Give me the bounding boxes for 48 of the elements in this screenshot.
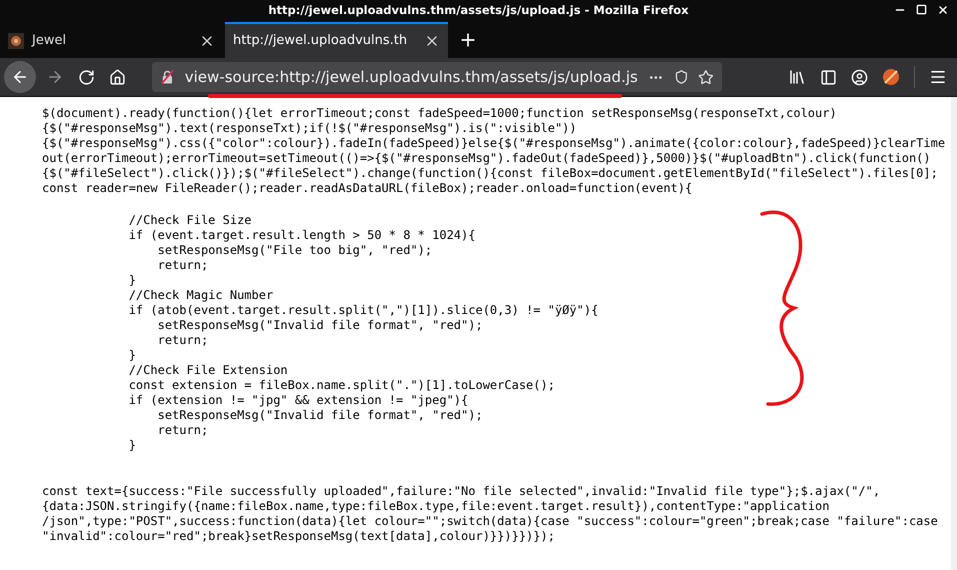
source-line: const extension = fileBox.name.split(".")[1].toLowerCase(); bbox=[128, 378, 555, 393]
source-line: $(document).ready(function(){let errorTimeout;const fadeSpeed=1000;function setResponseMsg(responseTxt,colour) bbox=[42, 106, 837, 121]
browser-tab[interactable]: Jewel bbox=[0, 22, 223, 58]
shield-icon[interactable] bbox=[674, 69, 688, 85]
source-line: const text={success:"File successfully uploaded",failure:"No file selected",invalid:"Invalid file type"};$.ajax("/", bbox=[42, 484, 880, 499]
source-line: if (atob(event.target.result.split(",")[1]).slice(0,3) != "ÿØÿ"){ bbox=[128, 303, 598, 318]
source-line: "invalid":colour="red";break}setResponseMsg(text[data],colour)}})}})}); bbox=[42, 529, 555, 544]
source-line: //Check File Extension bbox=[128, 363, 288, 378]
back-button[interactable] bbox=[4, 61, 36, 93]
menu-icon[interactable] bbox=[929, 68, 947, 86]
source-line: } bbox=[128, 348, 136, 363]
maximize-icon[interactable] bbox=[916, 4, 927, 15]
source-line: {$("#responseMsg").text(responseTxt);if(!$("#responseMsg").is(":visible")) bbox=[42, 121, 577, 136]
source-line: {$("#responseMsg").css({"color":colour}).fadeIn(fadeSpeed)}else{$("#responseMsg").animate({color:colour},fadeSpeed)}clearTime bbox=[42, 136, 946, 151]
extension-icon[interactable] bbox=[882, 68, 900, 86]
source-line: out(errorTimeout);errorTimeout=setTimeout(()=>{$("#responseMsg").fadeOut(fadeSpeed)},5000)}$("#uploadBtn").click(function() bbox=[42, 151, 931, 166]
source-line: setResponseMsg("Invalid file format", "red"); bbox=[156, 408, 483, 423]
library-icon[interactable] bbox=[788, 68, 806, 86]
tab-label: http://jewel.uploadvulns.th bbox=[233, 32, 408, 50]
address-field[interactable]: view-source:http://jewel.uploadvulns.thm/assets/js/upload.js bbox=[152, 62, 722, 92]
bookmark-star-icon[interactable] bbox=[698, 68, 714, 86]
source-line: return; bbox=[156, 258, 208, 273]
forward-icon[interactable] bbox=[46, 68, 64, 86]
sidebar-icon[interactable] bbox=[820, 68, 837, 86]
source-line: if (extension != "jpg" && extension != "jpeg"){ bbox=[128, 393, 468, 408]
source-line: /json",type:"POST",success:function(data){let colour="";switch(data){case "success":colour="green";break;case "failure":case bbox=[42, 514, 938, 529]
source-line: //Check Magic Number bbox=[128, 288, 274, 303]
source-line: {data:JSON.stringify({name:fileBox.name,type:fileBox.type,file:event.target.result}),contentType:"application bbox=[42, 499, 830, 514]
source-line: } bbox=[128, 438, 136, 453]
reload-icon[interactable] bbox=[78, 68, 95, 86]
home-icon[interactable] bbox=[109, 68, 126, 86]
tab-favicon-icon bbox=[8, 33, 24, 49]
source-line: if (event.target.result.length > 50 * 8 * 1024){ bbox=[128, 228, 476, 243]
url-text: view-source:http://jewel.uploadvulns.thm/assets/js/upload.js bbox=[184, 66, 638, 88]
source-line: return; bbox=[156, 423, 208, 438]
source-line: {$("#fileSelect").click()});$("#fileSelect").change(function(){const fileBox=document.getElementById("fileSelect").files[0]; bbox=[42, 166, 938, 181]
source-line: } bbox=[128, 273, 136, 288]
source-line: const reader=new FileReader();reader.readAsDataURL(fileBox);reader.onload=function(event){ bbox=[42, 181, 692, 196]
browser-tab[interactable]: http://jewel.uploadvulns.th bbox=[225, 22, 448, 58]
source-line: //Check File Size bbox=[128, 213, 252, 228]
account-icon[interactable] bbox=[851, 68, 868, 86]
source-line: setResponseMsg("Invalid file format", "red"); bbox=[156, 318, 483, 333]
source-line: setResponseMsg("File too big", "red"); bbox=[156, 243, 432, 258]
tab-label: Jewel bbox=[32, 32, 66, 50]
close-icon[interactable] bbox=[937, 4, 949, 16]
window-title: http://jewel.uploadvulns.thm/assets/js/upload.js - Mozilla Firefox bbox=[268, 2, 689, 20]
source-line: return; bbox=[156, 333, 208, 348]
insecure-lock-icon bbox=[160, 69, 175, 85]
